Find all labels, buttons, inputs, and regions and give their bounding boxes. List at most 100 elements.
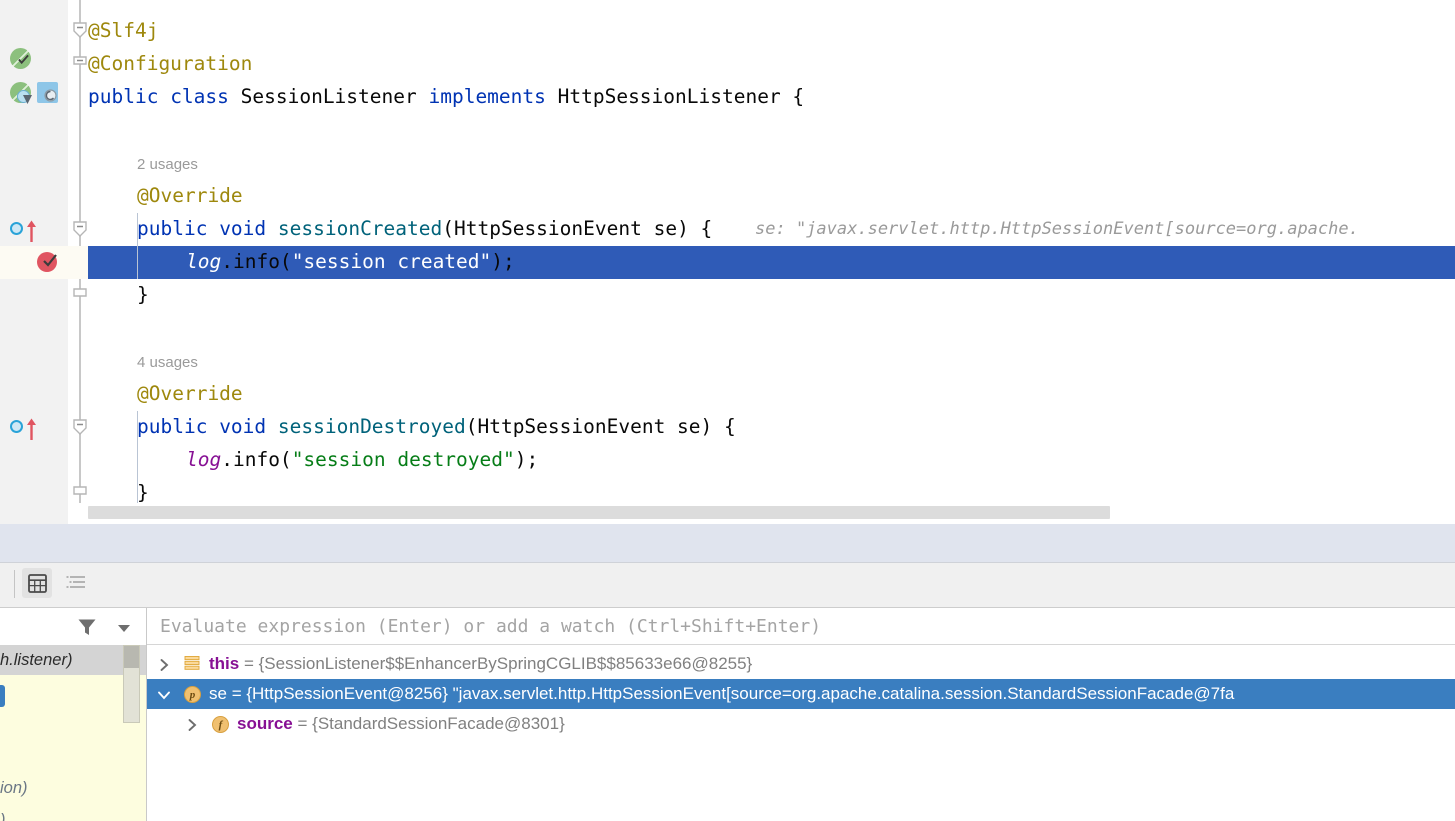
code-token: @Configuration (88, 52, 253, 75)
spring-bean-autowired-icon[interactable] (10, 82, 32, 104)
filter-dropdown-icon[interactable] (116, 621, 132, 639)
code-line: log.info("session destroyed"); (186, 443, 538, 476)
variable-label: source = {StandardSessionFacade@8301} (237, 709, 565, 739)
frame-list-item[interactable]: ) (0, 805, 146, 821)
code-token: @Override (137, 382, 243, 405)
variable-row[interactable]: f source = {StandardSessionFacade@8301} (147, 709, 1455, 739)
code-token: implements (428, 85, 558, 108)
code-token: void (219, 415, 278, 438)
variables-tree[interactable]: this = {SessionListener$$EnhancerBySprin… (147, 645, 1455, 821)
variable-row[interactable]: this = {SessionListener$$EnhancerBySprin… (147, 649, 1455, 679)
code-token: SessionListener (240, 85, 429, 108)
code-token: class (170, 85, 241, 108)
code-lines[interactable]: @Slf4j @Configuration public class Session… (88, 0, 1455, 524)
editor-horizontal-scrollbar-thumb[interactable] (88, 506, 1110, 519)
variable-value: = {StandardSessionFacade@8301} (297, 714, 565, 733)
code-token: 4 usages (137, 354, 198, 371)
fold-end-marker-icon[interactable] (73, 486, 87, 502)
variable-name: se (209, 684, 227, 703)
variable-value: = {HttpSessionEvent@8256} "javax.servlet… (231, 684, 1235, 703)
chevron-down-glyph (118, 625, 130, 632)
spring-bean-blue-icon[interactable] (37, 82, 58, 103)
variable-name: this (209, 654, 240, 673)
code-line: log.info("session created"); (186, 245, 515, 278)
debugger-toolbar (0, 563, 1455, 608)
object-stack-glyph (184, 656, 200, 670)
fold-marker-icon[interactable] (73, 221, 87, 237)
code-line: @Override (137, 179, 243, 212)
code-line: @Override (137, 377, 243, 410)
variable-label: this = {SessionListener$$EnhancerBySprin… (209, 649, 752, 679)
group-variables-icon[interactable] (61, 568, 91, 598)
implementing-method-icon[interactable] (10, 220, 36, 242)
evaluate-expression-input[interactable]: Evaluate expression (Enter) or add a wat… (160, 608, 821, 645)
breakpoint-verified-icon[interactable] (37, 252, 57, 272)
variable-row[interactable]: p se = {HttpSessionEvent@8256} "javax.ser… (147, 679, 1455, 709)
code-token: public (137, 217, 220, 240)
code-token: (HttpSessionEvent se) { (465, 415, 736, 438)
show-as-table-icon[interactable] (22, 568, 52, 598)
inline-debug-value-hint: se: "javax.servlet.http.HttpSessionEvent… (755, 219, 1359, 239)
code-token: .info( (221, 250, 292, 273)
parameter-icon: p (184, 686, 201, 703)
code-token: log (186, 448, 222, 471)
evaluate-expression-bar[interactable]: Evaluate expression (Enter) or add a wat… (147, 608, 1455, 645)
fold-marker-icon[interactable] (73, 419, 87, 435)
code-line: 2 usages (137, 146, 198, 179)
code-token: .info( (221, 448, 292, 471)
frame-list-item[interactable] (0, 741, 146, 771)
frames-panel[interactable]: h.listener) ion)) (0, 645, 147, 821)
fold-marker-icon[interactable] (73, 22, 87, 38)
field-icon: f (212, 716, 229, 733)
code-token: sessionCreated (277, 217, 443, 240)
expand-arrow-icon[interactable] (185, 717, 199, 731)
code-token: sessionDestroyed (277, 415, 466, 438)
code-token: public (88, 85, 171, 108)
check-glyph (43, 254, 57, 267)
code-token: void (219, 217, 278, 240)
code-token: HttpSessionListener { (557, 85, 805, 108)
debug-panel-splitter[interactable] (0, 524, 1455, 563)
code-line: public class SessionListener implements … (88, 80, 804, 113)
collapse-arrow-icon[interactable] (157, 687, 171, 701)
filter-icon[interactable] (76, 616, 98, 643)
code-line: @Configuration (88, 47, 252, 80)
type-badge-letter: f (212, 716, 229, 733)
fold-end-marker-icon[interactable] (73, 288, 87, 304)
code-token: 2 usages (137, 156, 198, 173)
frames-vertical-scrollbar[interactable] (123, 645, 140, 723)
expand-arrow-icon[interactable] (157, 657, 171, 671)
code-token: ); (514, 448, 539, 471)
code-token: } (137, 283, 149, 306)
check-glyph (18, 54, 29, 65)
code-token: } (137, 481, 149, 504)
spring-bean-icon[interactable] (10, 48, 31, 69)
code-token: "session destroyed" (291, 448, 515, 471)
funnel-glyph (78, 619, 96, 635)
frame-method-icon (0, 685, 5, 707)
bean-sub-glyph (44, 89, 57, 102)
variable-value: = {SessionListener$$EnhancerBySpringCGLI… (243, 654, 753, 673)
variable-name: source (237, 714, 293, 733)
sort-lines-glyph (66, 576, 85, 588)
ide-window: @Slf4j @Configuration public class Session… (0, 0, 1455, 821)
implementing-method-icon[interactable] (10, 418, 36, 440)
code-line: @Slf4j (88, 14, 158, 47)
code-line: public void sessionCreated(HttpSessionEv… (137, 212, 712, 245)
table-grid-glyph (27, 573, 47, 593)
code-token: public (137, 415, 220, 438)
fold-marker-icon[interactable] (73, 56, 87, 72)
code-line: public void sessionDestroyed(HttpSession… (137, 410, 736, 443)
variable-label: se = {HttpSessionEvent@8256} "javax.serv… (209, 679, 1234, 709)
code-token: @Slf4j (88, 19, 159, 42)
up-arrow-glyph (27, 220, 36, 242)
frames-scrollbar-thumb[interactable] (124, 646, 139, 668)
code-token: log (186, 250, 222, 273)
code-line: 4 usages (137, 344, 198, 377)
code-token: "session created" (291, 250, 492, 273)
code-editor[interactable]: @Slf4j @Configuration public class Session… (0, 0, 1455, 524)
frame-list-item[interactable]: ion) (0, 773, 146, 803)
toolbar-separator (14, 570, 15, 598)
code-token: ); (491, 250, 515, 273)
object-value-icon (184, 656, 201, 673)
